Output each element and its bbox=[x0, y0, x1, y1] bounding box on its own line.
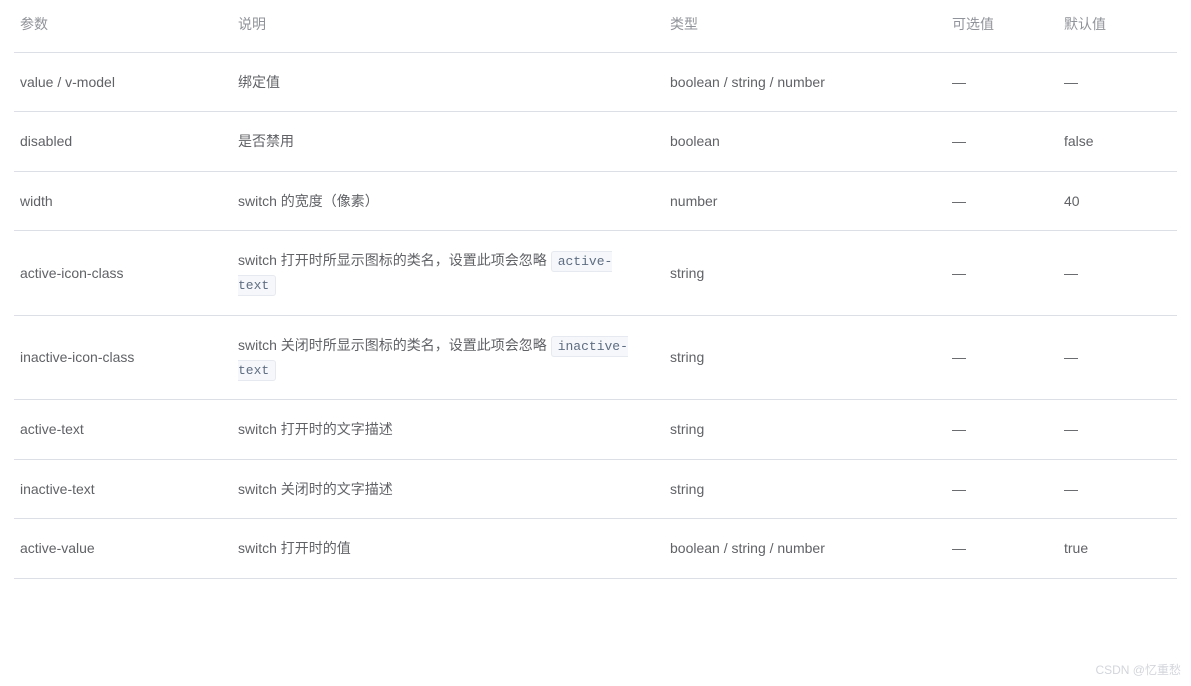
description-wrapper: switch 关闭时所显示图标的类名，设置此项会忽略 inactive-text bbox=[238, 334, 638, 382]
cell-default: — bbox=[1058, 231, 1177, 316]
header-type: 类型 bbox=[664, 0, 946, 53]
cell-options: — bbox=[946, 459, 1058, 518]
cell-description: 是否禁用 bbox=[232, 112, 664, 171]
cell-default: 40 bbox=[1058, 171, 1177, 230]
table-body: value / v-model 绑定值 boolean / string / num… bbox=[14, 53, 1177, 579]
description-wrapper: 绑定值 bbox=[238, 71, 638, 93]
cell-type: boolean bbox=[664, 112, 946, 171]
description-wrapper: 是否禁用 bbox=[238, 130, 638, 152]
cell-options: — bbox=[946, 53, 1058, 112]
cell-type: string bbox=[664, 231, 946, 316]
cell-default: — bbox=[1058, 459, 1177, 518]
cell-param: active-icon-class bbox=[14, 231, 232, 316]
description-text: 绑定值 bbox=[238, 74, 280, 90]
cell-description: switch 打开时所显示图标的类名，设置此项会忽略 active-text bbox=[232, 231, 664, 316]
description-text: switch 关闭时的文字描述 bbox=[238, 481, 393, 497]
cell-description: switch 关闭时的文字描述 bbox=[232, 459, 664, 518]
cell-options: — bbox=[946, 171, 1058, 230]
table-header-row: 参数 说明 类型 可选值 默认值 bbox=[14, 0, 1177, 53]
cell-default: — bbox=[1058, 400, 1177, 459]
description-wrapper: switch 打开时所显示图标的类名，设置此项会忽略 active-text bbox=[238, 249, 638, 297]
cell-type: string bbox=[664, 400, 946, 459]
description-text: switch 打开时的文字描述 bbox=[238, 421, 393, 437]
cell-default: — bbox=[1058, 315, 1177, 400]
api-table-container: 参数 说明 类型 可选值 默认值 value / v-model 绑定值 boole… bbox=[0, 0, 1191, 579]
table-row: inactive-textswitch 关闭时的文字描述string—— bbox=[14, 459, 1177, 518]
cell-param: width bbox=[14, 171, 232, 230]
cell-type: string bbox=[664, 315, 946, 400]
cell-description: 绑定值 bbox=[232, 53, 664, 112]
cell-options: — bbox=[946, 400, 1058, 459]
description-wrapper: switch 打开时的文字描述 bbox=[238, 418, 638, 440]
cell-options: — bbox=[946, 519, 1058, 578]
description-text: switch 关闭时所显示图标的类名，设置此项会忽略 bbox=[238, 337, 551, 353]
table-row: width switch 的宽度（像素） number—40 bbox=[14, 171, 1177, 230]
description-wrapper: switch 关闭时的文字描述 bbox=[238, 478, 638, 500]
description-text: switch 打开时的值 bbox=[238, 540, 351, 556]
watermark: CSDN @忆重愁 bbox=[1095, 661, 1181, 678]
cell-type: boolean / string / number bbox=[664, 519, 946, 578]
cell-options: — bbox=[946, 315, 1058, 400]
description-text: switch 的宽度（像素） bbox=[238, 193, 379, 209]
description-text: 是否禁用 bbox=[238, 133, 294, 149]
header-default: 默认值 bbox=[1058, 0, 1177, 53]
cell-options: — bbox=[946, 112, 1058, 171]
cell-param: value / v-model bbox=[14, 53, 232, 112]
cell-default: false bbox=[1058, 112, 1177, 171]
description-text: switch 打开时所显示图标的类名，设置此项会忽略 bbox=[238, 252, 551, 268]
table-row: active-icon-classswitch 打开时所显示图标的类名，设置此项… bbox=[14, 231, 1177, 316]
cell-type: string bbox=[664, 459, 946, 518]
cell-type: boolean / string / number bbox=[664, 53, 946, 112]
table-row: active-textswitch 打开时的文字描述string—— bbox=[14, 400, 1177, 459]
cell-param: active-value bbox=[14, 519, 232, 578]
description-wrapper: switch 的宽度（像素） bbox=[238, 190, 638, 212]
table-row: value / v-model 绑定值 boolean / string / num… bbox=[14, 53, 1177, 112]
header-param: 参数 bbox=[14, 0, 232, 53]
header-description: 说明 bbox=[232, 0, 664, 53]
header-options: 可选值 bbox=[946, 0, 1058, 53]
cell-param: disabled bbox=[14, 112, 232, 171]
table-row: active-value switch 打开时的值 boolean / string… bbox=[14, 519, 1177, 578]
cell-options: — bbox=[946, 231, 1058, 316]
api-table: 参数 说明 类型 可选值 默认值 value / v-model 绑定值 boole… bbox=[14, 0, 1177, 579]
cell-default: — bbox=[1058, 53, 1177, 112]
cell-param: active-text bbox=[14, 400, 232, 459]
cell-description: switch 关闭时所显示图标的类名，设置此项会忽略 inactive-text bbox=[232, 315, 664, 400]
table-row: inactive-icon-classswitch 关闭时所显示图标的类名，设置… bbox=[14, 315, 1177, 400]
description-wrapper: switch 打开时的值 bbox=[238, 537, 638, 559]
cell-description: switch 打开时的文字描述 bbox=[232, 400, 664, 459]
cell-type: number bbox=[664, 171, 946, 230]
cell-description: switch 打开时的值 bbox=[232, 519, 664, 578]
cell-default: true bbox=[1058, 519, 1177, 578]
cell-param: inactive-text bbox=[14, 459, 232, 518]
cell-description: switch 的宽度（像素） bbox=[232, 171, 664, 230]
cell-param: inactive-icon-class bbox=[14, 315, 232, 400]
table-row: disabled 是否禁用 boolean—false bbox=[14, 112, 1177, 171]
